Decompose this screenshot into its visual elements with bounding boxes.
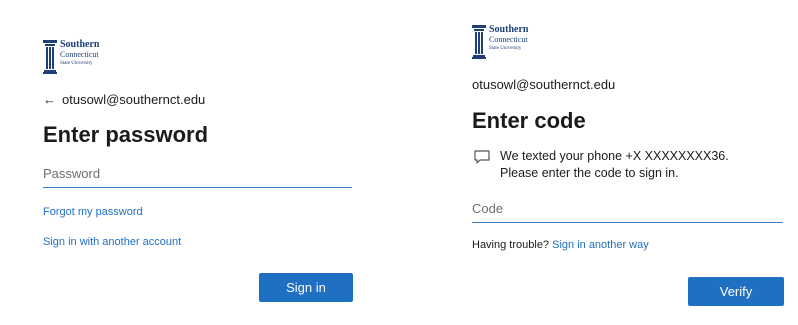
code-screen: Southern Connecticut State University ot…	[430, 0, 798, 325]
password-screen: Southern Connecticut State University ← o…	[0, 0, 383, 325]
account-email: otusowl@southernct.edu	[472, 77, 616, 92]
verify-button[interactable]: Verify	[688, 277, 784, 306]
forgot-password-link[interactable]: Forgot my password	[43, 206, 143, 218]
logo-line-3: State University	[60, 61, 93, 66]
sign-in-another-way-link[interactable]: Sign in another way	[552, 239, 649, 251]
logo-line-1: Southern	[489, 24, 529, 35]
sign-in-another-account-link[interactable]: Sign in with another account	[43, 236, 181, 248]
logo-wordmark: Southern Connecticut State University	[489, 24, 529, 52]
column-logo-icon	[472, 25, 486, 59]
message-line-2: Please enter the code to sign in.	[500, 166, 679, 180]
sms-message-text: We texted your phone +X XXXXXXXX36. Plea…	[500, 148, 729, 182]
logo-line-2: Connecticut	[489, 35, 528, 44]
message-icon	[474, 150, 490, 164]
back-arrow-icon[interactable]: ←	[43, 92, 56, 107]
having-trouble-text: Having trouble?	[472, 239, 550, 251]
column-logo-icon	[43, 40, 57, 74]
university-logo: Southern Connecticut State University	[472, 25, 528, 59]
logo-line-1: Southern	[60, 39, 100, 50]
page-title: Enter code	[472, 108, 586, 133]
sign-in-button[interactable]: Sign in	[259, 273, 353, 302]
logo-wordmark: Southern Connecticut State University	[60, 39, 100, 67]
code-input[interactable]	[472, 201, 783, 223]
identity-row: ← otusowl@southernct.edu	[43, 92, 205, 107]
logo-line-2: Connecticut	[60, 50, 99, 59]
university-logo: Southern Connecticut State University	[43, 40, 99, 74]
account-email: otusowl@southernct.edu	[62, 92, 206, 107]
password-input[interactable]	[43, 166, 352, 188]
message-line-1: We texted your phone +X XXXXXXXX36.	[500, 149, 729, 163]
logo-line-3: State University	[489, 46, 522, 51]
help-row: Having trouble? Sign in another way	[472, 239, 649, 251]
page-title: Enter password	[43, 122, 209, 147]
sms-message: We texted your phone +X XXXXXXXX36. Plea…	[474, 148, 729, 182]
